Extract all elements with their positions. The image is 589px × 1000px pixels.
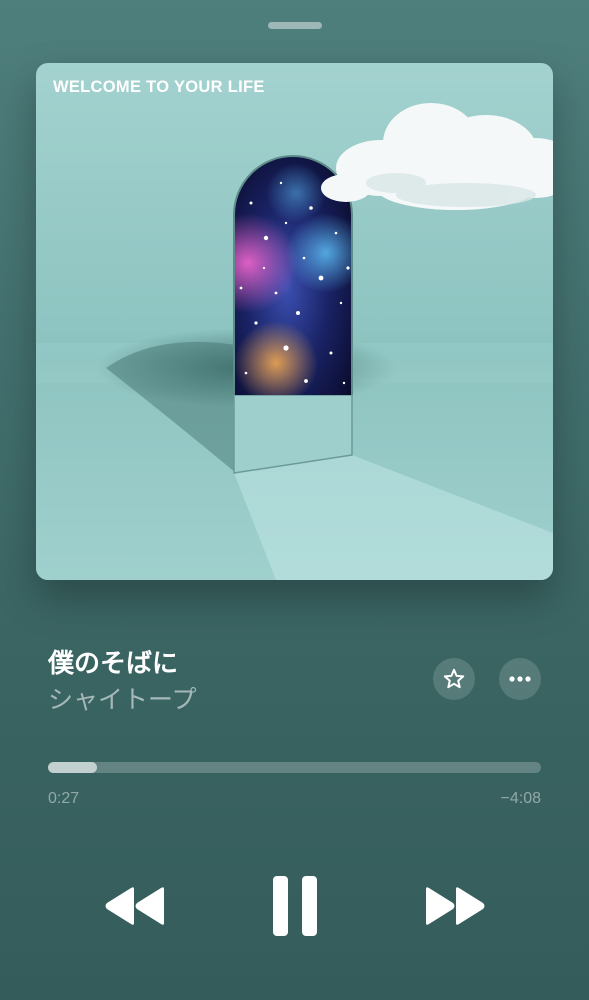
playback-scrubber[interactable] bbox=[48, 762, 541, 773]
song-title: 僕のそばに bbox=[48, 649, 179, 679]
pause-icon bbox=[273, 876, 317, 936]
star-icon bbox=[443, 668, 465, 689]
pause-button[interactable] bbox=[270, 876, 320, 936]
album-artwork-illustration bbox=[36, 63, 553, 580]
elapsed-time: 0:27 bbox=[48, 790, 80, 807]
album-title-overlay: WELCOME TO YOUR LIFE bbox=[53, 78, 265, 96]
rewind-icon bbox=[105, 887, 164, 925]
favorite-button[interactable] bbox=[433, 658, 475, 700]
rewind-button[interactable] bbox=[104, 884, 166, 928]
playback-progress-fill bbox=[48, 762, 97, 773]
fast-forward-icon bbox=[426, 887, 485, 925]
album-artwork: WELCOME TO YOUR LIFE bbox=[36, 63, 553, 580]
artist-name[interactable]: シャイトープ bbox=[48, 680, 197, 716]
more-options-button[interactable] bbox=[499, 658, 541, 700]
ellipsis-icon bbox=[509, 676, 531, 682]
remaining-time: −4:08 bbox=[500, 790, 541, 807]
fast-forward-button[interactable] bbox=[424, 884, 486, 928]
sheet-grabber[interactable] bbox=[268, 22, 322, 29]
